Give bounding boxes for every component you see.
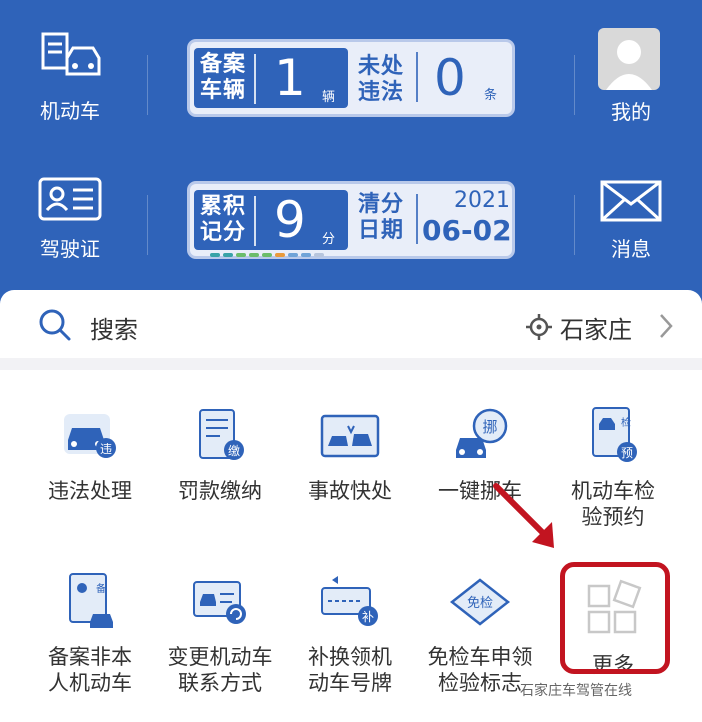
divider (147, 55, 148, 115)
exempt-sticker-icon: 免检 (449, 578, 511, 626)
plate-replace-icon: 补 (321, 576, 378, 626)
search-icon (39, 309, 71, 341)
violation-icon: 违 (64, 414, 116, 458)
service-label-line1: 补换领机 (308, 645, 392, 669)
city-selector[interactable]: 石家庄 (560, 310, 632, 345)
watermark: 石家庄车驾管在线 (520, 683, 632, 699)
divider (416, 52, 418, 102)
service-violation[interactable]: 违 违法处理 (25, 404, 155, 504)
svg-text:违: 违 (100, 442, 112, 456)
service-label-line1: 备案非本 (48, 645, 132, 669)
violations-count: 0 (434, 49, 466, 107)
service-label: 违法处理 (48, 479, 132, 503)
search-input[interactable]: 搜索 (90, 310, 138, 345)
mine-entry[interactable]: 我的 (598, 28, 664, 125)
vehicle-entry[interactable]: 机动车 (30, 32, 110, 124)
service-label: 事故快处 (308, 479, 392, 503)
divider (254, 196, 256, 246)
service-label: 罚款缴纳 (178, 479, 262, 503)
inspection-booking-icon: 检 预 (592, 407, 637, 462)
clear-date: 06-02 (422, 214, 512, 247)
avatar (598, 28, 660, 90)
registered-title-1: 备案 (200, 52, 247, 77)
registered-title-2: 车辆 (200, 78, 247, 103)
service-accident[interactable]: 事故快处 (285, 404, 415, 504)
points-block: 累积 记分 9 分 (194, 190, 348, 250)
search-bar[interactable]: 搜索 石家庄 (0, 290, 702, 360)
service-exempt-sticker[interactable]: 免检 免检车申领 检验标志 (415, 570, 545, 696)
score-panel[interactable]: 累积 记分 9 分 清分 日期 2021 06-02 (190, 184, 512, 257)
svg-text:补: 补 (362, 610, 374, 624)
svg-text:缴: 缴 (228, 443, 240, 458)
violations-title-1: 未处 (358, 54, 405, 79)
svg-text:备: 备 (96, 582, 106, 595)
chevron-right-icon (660, 314, 673, 338)
clear-year: 2021 (454, 188, 510, 213)
vehicle-icon (41, 32, 101, 76)
registered-vehicles-block: 备案 车辆 1 辆 (194, 48, 348, 108)
registered-count: 1 (274, 49, 306, 107)
change-contact-icon (193, 581, 246, 624)
message-entry[interactable]: 消息 (598, 180, 664, 262)
points-unit: 分 (322, 232, 336, 247)
violations-title-2: 违法 (358, 80, 405, 105)
annotation-arrow-icon (493, 483, 554, 548)
envelope-icon (600, 180, 662, 222)
service-label-line1: 免检车申领 (427, 645, 533, 669)
section-gap (0, 358, 702, 370)
service-label-line2: 人机动车 (48, 671, 132, 695)
service-label-line2: 动车号牌 (308, 671, 392, 695)
license-label: 驾驶证 (40, 237, 100, 261)
service-label-line1: 变更机动车 (167, 645, 273, 669)
service-change-contact[interactable]: 变更机动车 联系方式 (155, 570, 285, 696)
clear-date-title-2: 日期 (358, 218, 405, 243)
clear-date-title-1: 清分 (358, 192, 405, 217)
divider (574, 195, 575, 255)
points-value: 9 (274, 191, 306, 249)
move-car-icon: 挪 (456, 408, 508, 458)
service-label-line2: 联系方式 (178, 671, 262, 695)
service-plate-replace[interactable]: 补 补换领机 动车号牌 (285, 570, 415, 696)
registered-unit: 辆 (322, 90, 336, 105)
user-avatar-icon (606, 40, 652, 90)
license-entry[interactable]: 驾驶证 (30, 176, 110, 262)
license-icon (38, 177, 102, 221)
vehicle-label: 机动车 (40, 99, 100, 123)
mine-label: 我的 (611, 100, 651, 124)
points-title-1: 累积 (200, 194, 247, 219)
points-title-2: 记分 (200, 220, 247, 245)
service-register-vehicle[interactable]: 备 备案非本 人机动车 (25, 570, 155, 696)
register-vehicle-icon: 备 (69, 573, 113, 628)
divider (574, 55, 575, 115)
vehicle-stats-panel[interactable]: 备案 车辆 1 辆 未处 违法 0 条 (190, 42, 512, 114)
svg-text:挪: 挪 (482, 418, 497, 436)
service-fine[interactable]: 缴 罚款缴纳 (155, 404, 285, 504)
more-highlight-box (560, 562, 670, 674)
score-progress-dots (210, 253, 324, 257)
divider (254, 54, 256, 104)
fine-payment-icon: 缴 (199, 409, 244, 460)
divider (416, 194, 418, 244)
accident-icon (320, 414, 380, 458)
violations-unit: 条 (484, 88, 498, 103)
divider (147, 195, 148, 255)
svg-text:免检: 免检 (467, 596, 493, 611)
location-icon (526, 314, 552, 340)
svg-text:检: 检 (621, 416, 631, 429)
message-label: 消息 (611, 237, 651, 261)
svg-text:预: 预 (621, 446, 633, 460)
